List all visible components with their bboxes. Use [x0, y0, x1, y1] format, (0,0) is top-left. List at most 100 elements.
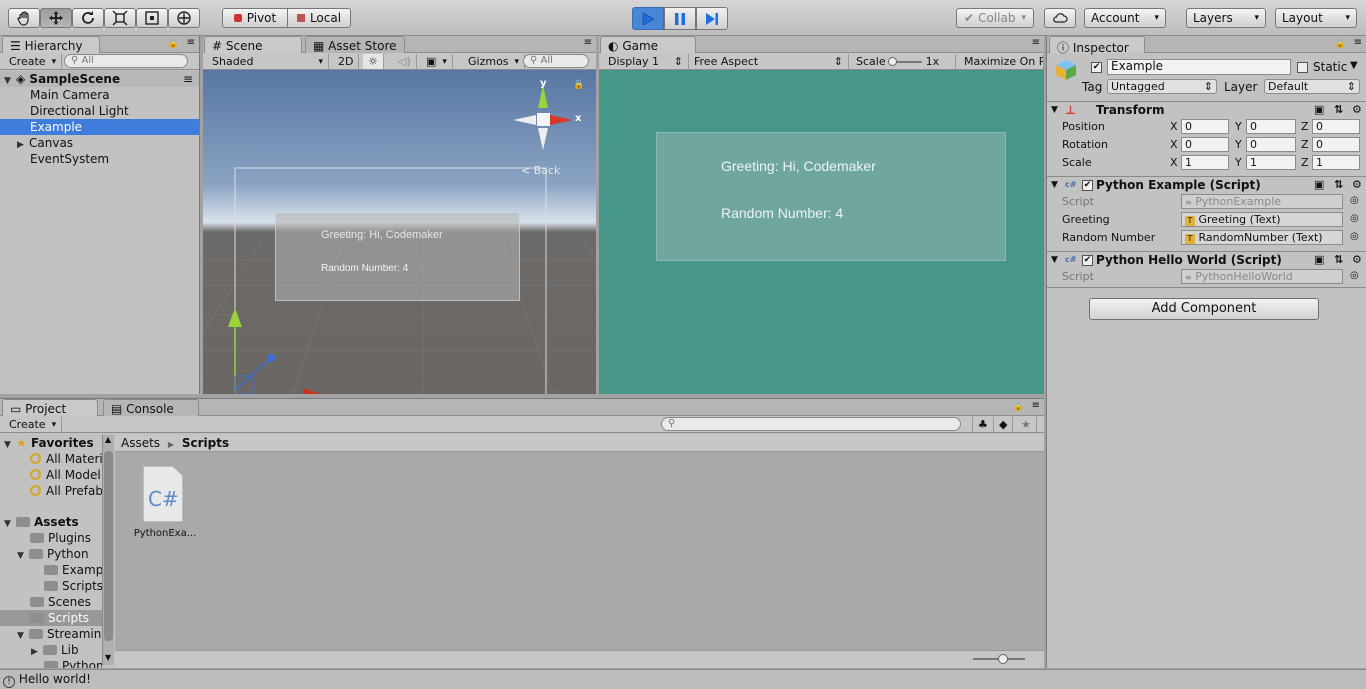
gizmos-dropdown[interactable]: Gizmos	[463, 54, 526, 69]
panel-menu-icon[interactable]: ≡	[1032, 37, 1040, 48]
play-button[interactable]	[632, 7, 664, 30]
folder-row[interactable]: Scenes	[30, 594, 91, 610]
breadcrumb-root[interactable]: Assets	[121, 436, 160, 450]
effects-dropdown[interactable]: ▣	[421, 54, 453, 69]
project-create-dropdown[interactable]: Create	[4, 417, 63, 432]
static-dropdown-arrow-icon[interactable]: ▼	[1350, 60, 1358, 71]
python-hello-header[interactable]: ▼ c# ✔ Python Hello World (Script) ▣ ⇅ ⚙	[1047, 251, 1366, 268]
scale-y-input[interactable]: 1	[1246, 155, 1296, 170]
step-button[interactable]	[696, 7, 728, 30]
expand-arrow-icon[interactable]: ▼	[17, 628, 29, 642]
audio-toggle-button[interactable]: ◁)	[393, 54, 417, 69]
rect-tool-button[interactable]	[136, 8, 168, 28]
scale-x-input[interactable]: 1	[1181, 155, 1229, 170]
scale-thumb[interactable]	[887, 56, 897, 66]
object-name-input[interactable]: Example	[1107, 59, 1291, 75]
gizmo-lock-icon[interactable]: 🔒	[573, 80, 584, 90]
collapse-arrow-icon[interactable]: ▼	[1051, 252, 1058, 268]
active-checkbox[interactable]: ✔	[1091, 62, 1102, 73]
folder-row[interactable]: Examp	[44, 562, 102, 578]
view-back-label[interactable]: < Back	[521, 164, 560, 177]
folder-row[interactable]: Scripts	[44, 578, 102, 594]
shading-dropdown[interactable]: Shaded	[207, 54, 329, 69]
game-viewport[interactable]: Greeting: Hi, Codemaker Random Number: 4	[599, 70, 1044, 394]
tab-asset-store[interactable]: ▦ Asset Store	[305, 36, 405, 53]
account-dropdown[interactable]: Account	[1084, 8, 1166, 28]
help-book-icon[interactable]: ▣	[1314, 252, 1324, 268]
tab-hierarchy[interactable]: ☰ Hierarchy	[2, 36, 100, 53]
folder-row-selected[interactable]: Scripts	[0, 610, 102, 626]
2d-toggle-button[interactable]: 2D	[333, 54, 360, 69]
icon-size-thumb[interactable]	[998, 654, 1008, 664]
favorite-item[interactable]: All Materi	[30, 451, 102, 467]
tag-dropdown[interactable]: Untagged ⇕	[1107, 79, 1217, 94]
lock-icon[interactable]: 🔒	[1013, 402, 1024, 412]
panel-menu-icon[interactable]: ≡	[584, 37, 592, 48]
scroll-down-icon[interactable]: ▼	[105, 653, 111, 662]
rotate-tool-button[interactable]	[72, 8, 104, 28]
favorites-row[interactable]: ▼ ★ Favorites	[4, 435, 94, 451]
lighting-toggle-button[interactable]: ☼	[363, 54, 384, 69]
scale-z-input[interactable]: 1	[1312, 155, 1360, 170]
add-component-button[interactable]: Add Component	[1089, 298, 1319, 320]
folder-row[interactable]: Python	[44, 658, 102, 668]
display-dropdown[interactable]: Display 1 ⇕	[603, 54, 689, 69]
scene-search-input[interactable]: ⚲ All	[523, 54, 589, 68]
collab-button[interactable]: ✔ Collab	[956, 8, 1034, 28]
panel-menu-icon[interactable]: ≡	[1354, 37, 1362, 48]
expand-arrow-icon[interactable]: ▼	[17, 548, 29, 562]
component-enabled-checkbox[interactable]: ✔	[1082, 180, 1093, 191]
tab-console[interactable]: ▤ Console	[103, 399, 199, 416]
assets-row[interactable]: ▼ Assets	[4, 514, 79, 530]
position-z-input[interactable]: 0	[1312, 119, 1360, 134]
folder-row[interactable]: ▼ Python	[17, 546, 89, 562]
scene-canvas-panel[interactable]: Greeting: Hi, Codemaker Random Number: 4	[275, 212, 520, 301]
object-picker-icon[interactable]: ◎	[1350, 231, 1359, 242]
scroll-up-icon[interactable]: ▲	[105, 435, 111, 444]
favorite-item[interactable]: All Model	[30, 467, 101, 483]
scene-root-row[interactable]: ▼ ◈ SampleScene ≡	[0, 71, 199, 87]
hierarchy-item-selected[interactable]: Example	[0, 119, 199, 135]
preset-sliders-icon[interactable]: ⇅	[1334, 102, 1343, 118]
preset-sliders-icon[interactable]: ⇅	[1334, 177, 1343, 193]
position-y-input[interactable]: 0	[1246, 119, 1296, 134]
object-picker-icon[interactable]: ◎	[1350, 213, 1359, 224]
help-book-icon[interactable]: ▣	[1314, 177, 1324, 193]
tab-game[interactable]: ◐ Game	[600, 36, 696, 53]
favorite-item[interactable]: All Prefab	[30, 483, 102, 499]
random-number-field[interactable]: T RandomNumber (Text)	[1181, 230, 1343, 245]
breadcrumb-current[interactable]: Scripts	[182, 436, 229, 450]
pivot-toggle-button[interactable]: Pivot	[222, 8, 288, 28]
rotation-z-input[interactable]: 0	[1312, 137, 1360, 152]
python-example-header[interactable]: ▼ c# ✔ Python Example (Script) ▣ ⇅ ⚙	[1047, 176, 1366, 193]
hierarchy-search-input[interactable]: ⚲ All	[64, 54, 188, 68]
expand-arrow-icon[interactable]: ▶	[31, 644, 43, 658]
scale-slider[interactable]: Scale 1x	[851, 54, 956, 69]
preset-sliders-icon[interactable]: ⇅	[1334, 252, 1343, 268]
cloud-button[interactable]	[1044, 8, 1076, 28]
greeting-field[interactable]: T Greeting (Text)	[1181, 212, 1343, 227]
gear-icon[interactable]: ⚙	[1352, 102, 1362, 118]
object-picker-icon[interactable]: ◎	[1350, 270, 1359, 281]
scene-viewport[interactable]: Greeting: Hi, Codemaker Random Number: 4…	[203, 70, 596, 394]
project-search-input[interactable]: ⚲	[661, 417, 961, 431]
tab-project[interactable]: ▭ Project	[2, 399, 98, 416]
rotation-y-input[interactable]: 0	[1246, 137, 1296, 152]
status-bar[interactable]: ! Hello world!	[0, 669, 1366, 689]
local-toggle-button[interactable]: Local	[287, 8, 351, 28]
hierarchy-item[interactable]: EventSystem	[0, 151, 199, 167]
maximize-on-play-button[interactable]: Maximize On Pl	[959, 54, 1044, 69]
move-tool-button[interactable]	[40, 8, 72, 28]
scene-menu-icon[interactable]: ≡	[183, 71, 193, 87]
scale-track[interactable]	[887, 56, 922, 66]
help-book-icon[interactable]: ▣	[1314, 102, 1324, 118]
search-by-type-button[interactable]: ♣	[972, 417, 994, 432]
search-by-label-button[interactable]: ◆	[994, 417, 1014, 432]
favorite-search-button[interactable]: ★	[1016, 417, 1037, 432]
gear-icon[interactable]: ⚙	[1352, 177, 1362, 193]
lock-icon[interactable]: 🔒	[168, 39, 179, 49]
layout-dropdown[interactable]: Layout	[1275, 8, 1357, 28]
hierarchy-item[interactable]: ▶ Canvas	[0, 135, 199, 151]
transform-tool-button[interactable]	[168, 8, 200, 28]
position-x-input[interactable]: 0	[1181, 119, 1229, 134]
